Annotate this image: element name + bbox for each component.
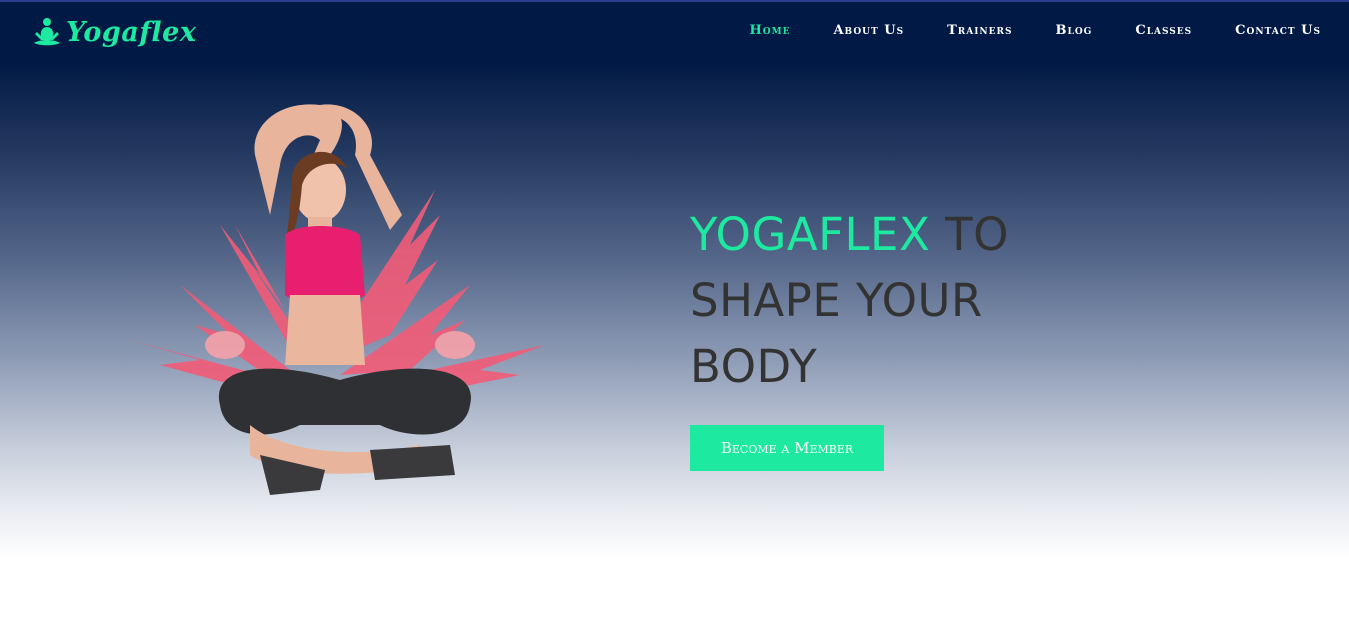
- hero-headline: YOGAFLEX TO SHAPE YOUR BODY: [690, 202, 1090, 400]
- headline-line1-rest: TO: [930, 208, 1010, 261]
- nav-about-us[interactable]: About Us: [833, 22, 904, 40]
- meditation-logo-icon: [34, 18, 60, 46]
- top-border: [0, 0, 1349, 2]
- nav-blog[interactable]: Blog: [1056, 22, 1093, 40]
- yoga-woman: [218, 104, 471, 495]
- nav-trainers[interactable]: Trainers: [947, 22, 1012, 40]
- nav-classes[interactable]: Classes: [1135, 22, 1192, 40]
- main-nav: Home About Us Trainers Blog Classes Cont…: [707, 22, 1321, 40]
- hero-section: Yogaflex Home About Us Trainers Blog Cla…: [0, 0, 1349, 560]
- become-member-button[interactable]: Become a Member: [690, 425, 884, 471]
- brand-name: Yogaflex: [66, 16, 197, 48]
- brand-logo[interactable]: Yogaflex: [30, 12, 196, 52]
- nav-contact-us[interactable]: Contact Us: [1235, 22, 1321, 40]
- nav-home[interactable]: Home: [750, 22, 791, 40]
- headline-accent: YOGAFLEX: [690, 208, 931, 261]
- headline-line3: BODY: [690, 340, 818, 393]
- headline-line2: SHAPE YOUR: [690, 274, 983, 327]
- hero-yoga-illustration: [130, 104, 545, 495]
